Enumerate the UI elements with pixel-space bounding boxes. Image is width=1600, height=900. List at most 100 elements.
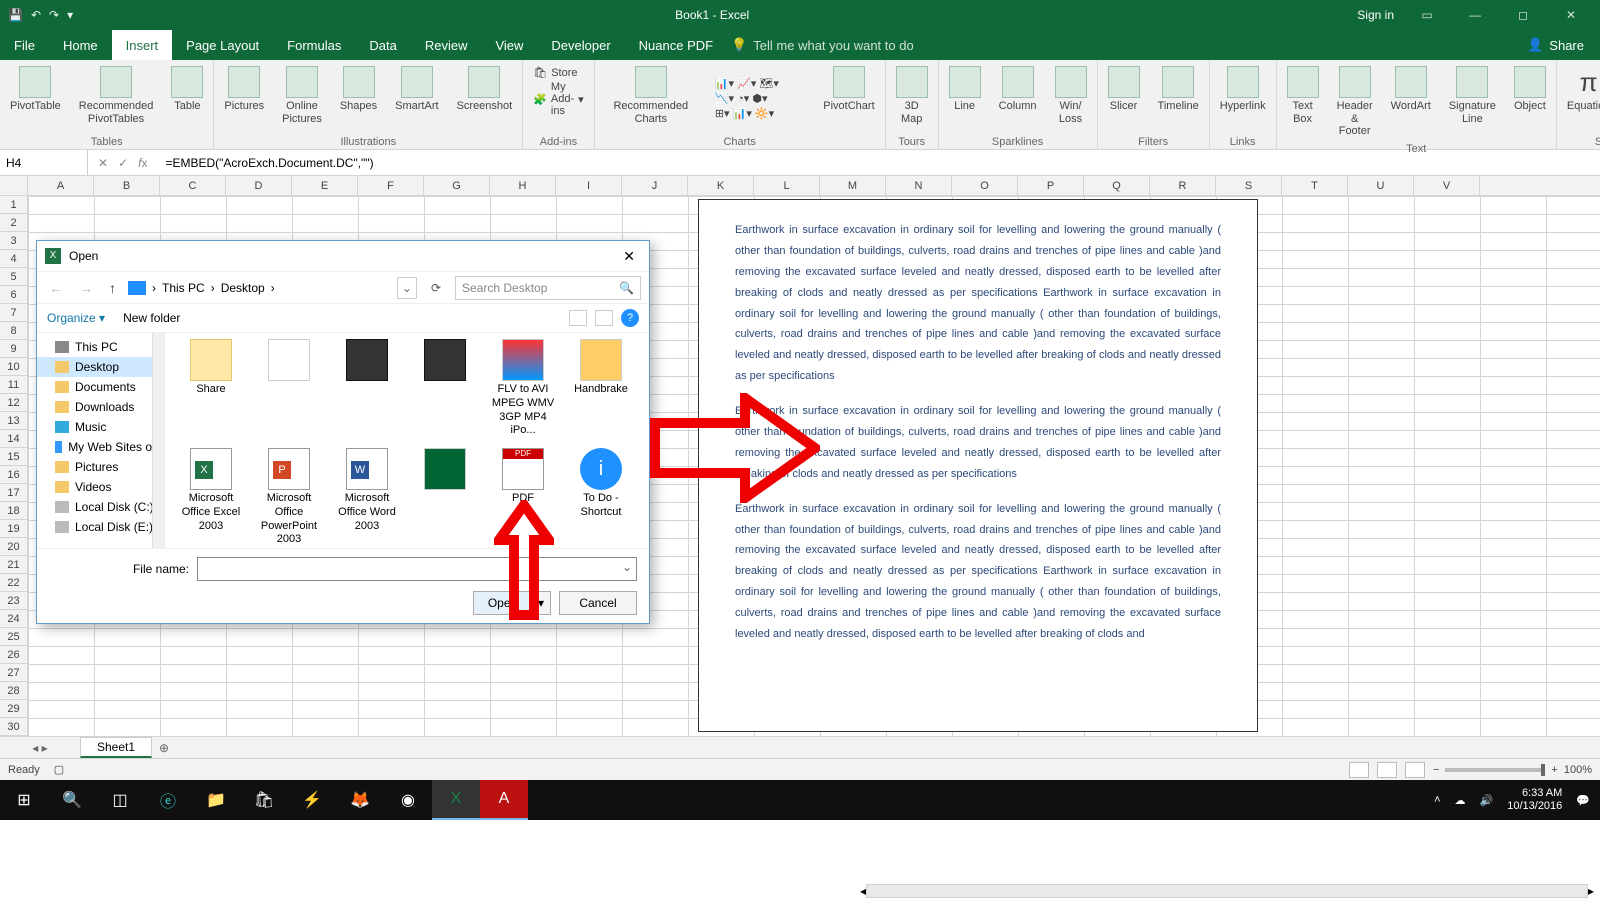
column-header[interactable]: I [556, 176, 622, 195]
column-header[interactable]: N [886, 176, 952, 195]
normal-view-button[interactable] [1349, 762, 1369, 778]
volume-icon[interactable]: 🔊 [1480, 794, 1494, 807]
text-box-button[interactable]: Text Box [1281, 62, 1325, 142]
refresh-button[interactable]: ⟳ [425, 281, 447, 295]
column-header[interactable]: F [358, 176, 424, 195]
nav-back-button[interactable]: ← [45, 280, 67, 296]
file-share[interactable]: Share [175, 339, 247, 438]
row-header[interactable]: 21 [0, 556, 27, 574]
zoom-slider[interactable] [1445, 768, 1545, 772]
onedrive-icon[interactable]: ☁ [1455, 794, 1466, 807]
row-header[interactable]: 6 [0, 286, 27, 304]
table-button[interactable]: Table [165, 62, 209, 135]
row-header[interactable]: 8 [0, 322, 27, 340]
tree-videos[interactable]: Videos [37, 477, 164, 497]
file-word-2003[interactable]: Microsoft Office Word 2003 [331, 448, 403, 547]
pivottable-button[interactable]: PivotTable [4, 62, 67, 135]
sheet-tab[interactable]: Sheet1 [80, 737, 152, 758]
breadcrumb-dropdown[interactable]: ⌄ [397, 277, 417, 299]
slicer-button[interactable]: Slicer [1102, 62, 1146, 135]
tab-developer[interactable]: Developer [537, 30, 624, 60]
column-header[interactable]: M [820, 176, 886, 195]
column-header[interactable]: V [1414, 176, 1480, 195]
edge-icon[interactable]: ⓔ [144, 780, 192, 820]
row-header[interactable]: 26 [0, 646, 27, 664]
row-header[interactable]: 13 [0, 412, 27, 430]
chart-type-2[interactable]: 📉▾ ◔▾ ⬢▾ [715, 92, 805, 105]
object-button[interactable]: Object [1508, 62, 1552, 142]
column-header[interactable]: S [1216, 176, 1282, 195]
enter-formula-icon[interactable]: ✓ [118, 156, 128, 170]
column-header[interactable]: O [952, 176, 1018, 195]
tree-scrollbar[interactable] [152, 333, 164, 548]
recommended-pivottables-button[interactable]: Recommended PivotTables [73, 62, 160, 135]
store-button[interactable]: 🛍 Store [533, 66, 583, 79]
zoom-out-button[interactable]: − [1433, 764, 1439, 776]
store-icon[interactable]: 🛍 [240, 780, 288, 820]
notification-icon[interactable]: 💬 [1576, 794, 1590, 807]
tree-music[interactable]: Music [37, 417, 164, 437]
column-header[interactable]: R [1150, 176, 1216, 195]
tree-downloads[interactable]: Downloads [37, 397, 164, 417]
row-header[interactable]: 25 [0, 628, 27, 646]
pivotchart-button[interactable]: PivotChart [817, 62, 880, 135]
sheet-nav[interactable]: ◂ ▸ [0, 741, 80, 755]
timeline-button[interactable]: Timeline [1152, 62, 1205, 135]
row-header[interactable]: 20 [0, 538, 27, 556]
page-break-view-button[interactable] [1405, 762, 1425, 778]
qat-customize-icon[interactable]: ▾ [67, 8, 73, 22]
page-layout-view-button[interactable] [1377, 762, 1397, 778]
column-header[interactable]: H [490, 176, 556, 195]
smartart-button[interactable]: SmartArt [389, 62, 444, 135]
column-header[interactable]: D [226, 176, 292, 195]
column-header[interactable]: L [754, 176, 820, 195]
redo-icon[interactable]: ↷ [49, 8, 59, 22]
tab-view[interactable]: View [481, 30, 537, 60]
sparkline-winloss-button[interactable]: Win/ Loss [1049, 62, 1093, 135]
column-header[interactable]: K [688, 176, 754, 195]
help-button[interactable]: ? [621, 309, 639, 327]
undo-icon[interactable]: ↶ [31, 8, 41, 22]
tree-disk-c[interactable]: Local Disk (C:) [37, 497, 164, 517]
breadcrumb[interactable]: ›This PC ›Desktop› [128, 281, 389, 295]
name-box[interactable]: H4 [0, 150, 88, 175]
macro-record-icon[interactable]: ▢ [54, 763, 64, 776]
file-video1[interactable] [331, 339, 403, 438]
view-mode-1[interactable] [569, 310, 587, 326]
row-header[interactable]: 18 [0, 502, 27, 520]
hyperlink-button[interactable]: Hyperlink [1214, 62, 1272, 135]
tree-this-pc[interactable]: This PC [37, 337, 164, 357]
file-video2[interactable] [409, 339, 481, 438]
dialog-close-button[interactable]: ✕ [617, 248, 641, 265]
nav-up-button[interactable]: ↑ [105, 280, 120, 296]
row-header[interactable]: 29 [0, 700, 27, 718]
row-header[interactable]: 12 [0, 394, 27, 412]
search-input[interactable]: Search Desktop🔍 [455, 276, 641, 300]
zoom-in-button[interactable]: + [1551, 764, 1557, 776]
file-pdf[interactable]: PDF [487, 448, 559, 547]
row-header[interactable]: 14 [0, 430, 27, 448]
view-mode-2[interactable] [595, 310, 613, 326]
maximize-icon[interactable]: ◻ [1508, 8, 1538, 22]
share-button[interactable]: 👤 Share [1511, 37, 1600, 53]
cancel-button[interactable]: Cancel [559, 591, 637, 615]
tab-file[interactable]: File [0, 30, 49, 60]
signature-line-button[interactable]: Signature Line [1443, 62, 1502, 142]
tree-documents[interactable]: Documents [37, 377, 164, 397]
wordart-button[interactable]: WordArt [1385, 62, 1437, 142]
column-header[interactable]: U [1348, 176, 1414, 195]
close-icon[interactable]: ✕ [1556, 8, 1586, 22]
embedded-pdf-object[interactable]: Earthwork in surface excavation in ordin… [698, 199, 1258, 732]
sparkline-column-button[interactable]: Column [993, 62, 1043, 135]
row-header[interactable]: 3 [0, 232, 27, 250]
row-header[interactable]: 11 [0, 376, 27, 394]
row-header[interactable]: 17 [0, 484, 27, 502]
row-header[interactable]: 16 [0, 466, 27, 484]
file-handbrake[interactable]: Handbrake [565, 339, 637, 438]
my-addins-button[interactable]: 🧩 My Add-ins ▾ [533, 81, 583, 117]
column-header[interactable]: P [1018, 176, 1084, 195]
equation-button[interactable]: πEquation [1561, 62, 1600, 135]
winamp-icon[interactable]: ⚡ [288, 780, 336, 820]
pictures-button[interactable]: Pictures [218, 62, 270, 135]
row-header[interactable]: 27 [0, 664, 27, 682]
